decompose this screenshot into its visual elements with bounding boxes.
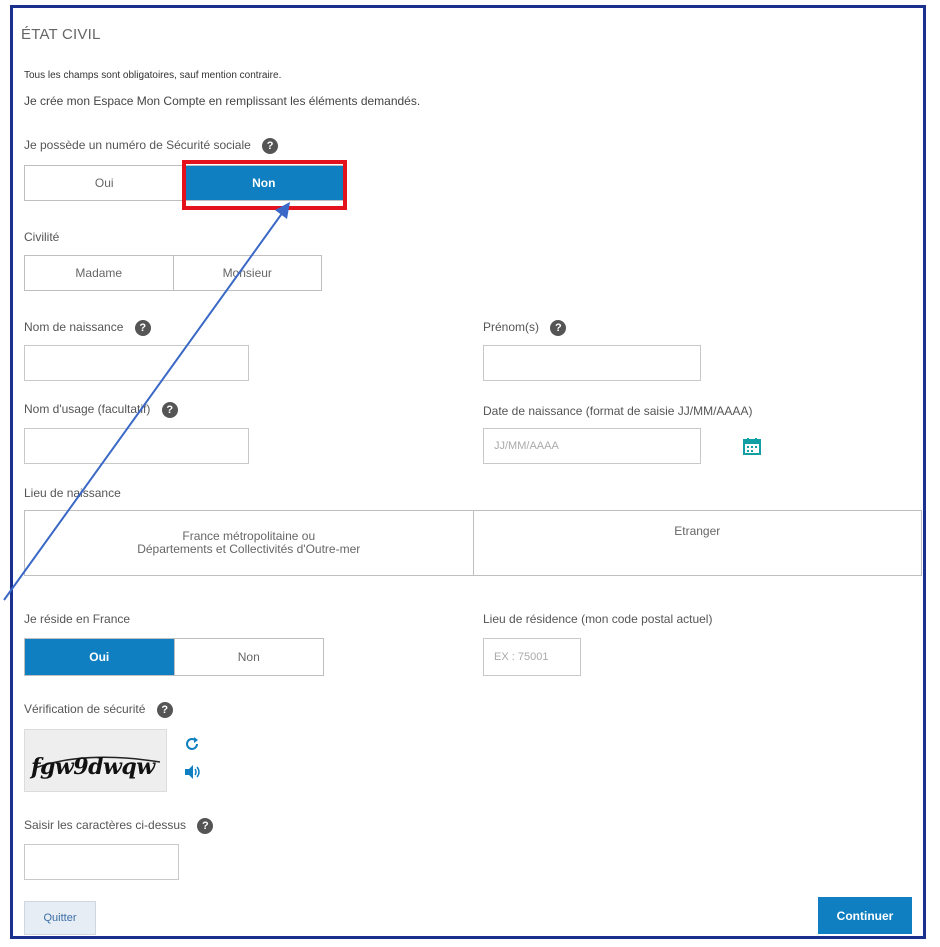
annotation-arrow: [3, 202, 290, 601]
